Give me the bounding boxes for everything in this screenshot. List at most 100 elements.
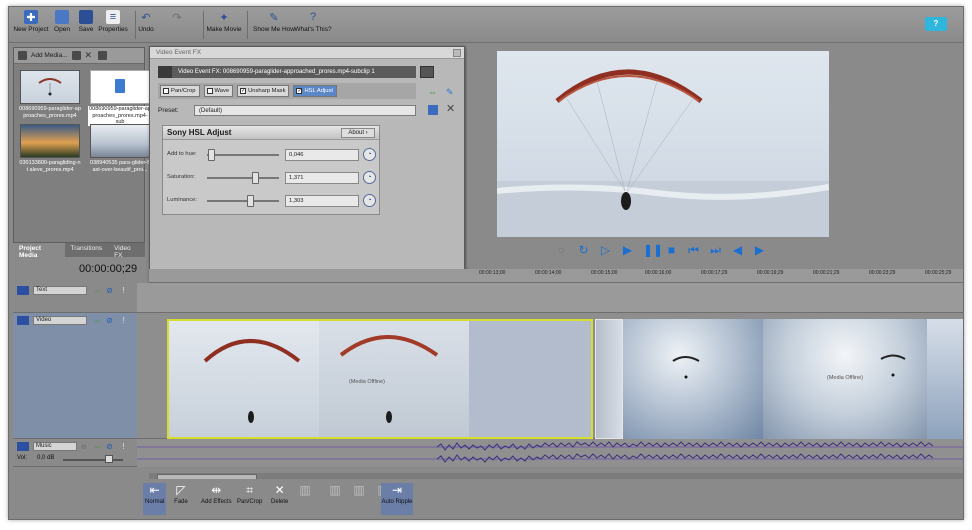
luminance-slider-knob[interactable] [247, 195, 255, 207]
play-from-start-icon[interactable]: ▷ [599, 243, 612, 257]
volume-slider-knob[interactable] [105, 455, 113, 463]
record-arm-icon[interactable]: ○ [79, 442, 88, 451]
pause-icon[interactable]: ❚❚ [643, 243, 663, 257]
paraglider-preview-image [497, 69, 829, 237]
media-thumbnail[interactable] [20, 70, 80, 104]
video-clip[interactable]: (Media Offline) [623, 319, 963, 439]
hue-value-field[interactable]: 0,046 [285, 149, 359, 161]
disabled-tool-button[interactable]: ▥ [351, 483, 367, 497]
ruler-label: 00:00:19;29 [757, 270, 784, 276]
track-motion-icon[interactable]: ⇔ [93, 286, 102, 295]
mute-icon[interactable]: ⊘ [105, 316, 114, 325]
track-header-music[interactable]: Music ○ ⇔ ⊘ ! Vol: 0,0 dB [13, 439, 137, 467]
add-media-icon [18, 51, 27, 60]
fx-plugin-chain: Pan/Crop Wave ✓ Unsharp Mask ✓ HSL Adjust [158, 83, 416, 99]
hue-slider-knob[interactable] [208, 149, 216, 161]
normal-edit-button[interactable]: ⇤ Normal [143, 483, 167, 515]
whats-this-button[interactable]: ? What's This? [291, 10, 335, 33]
fade-button[interactable]: ◸ Fade [173, 483, 189, 505]
stop-icon[interactable]: ■ [665, 243, 678, 257]
media-offline-label: (Media Offline) [827, 375, 863, 381]
plugin-edit-icon[interactable]: ✎ [446, 87, 458, 97]
close-icon[interactable] [453, 49, 461, 57]
checkbox-checked-icon[interactable]: ✓ [240, 88, 247, 94]
add-media-button[interactable]: Add Media... [31, 52, 68, 59]
plugin-hsl-adjust[interactable]: ✓ HSL Adjust [293, 85, 337, 97]
record-icon[interactable]: ○ [555, 243, 568, 257]
previous-frame-icon[interactable]: ◀ [731, 243, 744, 257]
media-item-caption: 03894​053​5 para-glider-fl ast-over-beau… [90, 160, 150, 173]
redo-button[interactable]: ↷ [157, 10, 197, 26]
disabled-tool-button[interactable]: ▥ [327, 483, 343, 497]
auto-ripple-button[interactable]: ⇥ Auto Ripple [381, 483, 413, 515]
media-toolbar: Add Media... ✕ [14, 48, 144, 64]
video-clip-selected[interactable]: (Media Offline) [167, 319, 593, 439]
solo-icon[interactable]: ! [119, 316, 128, 325]
media-tool-icon[interactable] [71, 51, 81, 60]
tab-transitions[interactable]: Transitions [65, 243, 109, 257]
keyframe-icon[interactable]: ◔ [363, 194, 376, 207]
checkbox-icon[interactable] [206, 88, 213, 94]
checkbox-icon[interactable] [163, 88, 169, 94]
track-name[interactable]: Video [33, 316, 87, 325]
tab-video-fx[interactable]: Video FX [108, 243, 145, 259]
track-name[interactable]: Text [33, 286, 87, 295]
track-motion-icon[interactable]: ⇔ [93, 442, 102, 451]
media-thumbnail[interactable] [20, 124, 80, 158]
add-effects-button[interactable]: ⇹ Add Effects [201, 483, 232, 505]
preset-dropdown[interactable]: (Default) [194, 105, 416, 116]
media-properties-icon[interactable] [97, 51, 107, 60]
hue-slider-track[interactable] [207, 154, 279, 156]
video-track-lane[interactable]: (Media Offline) (Media Offline) [137, 313, 963, 439]
solo-icon[interactable]: ! [119, 442, 128, 451]
luminance-slider-track[interactable] [207, 200, 279, 202]
timeline-ruler[interactable]: 00:00:13;00 00:00:14;00 00:00:15;00 00:0… [149, 269, 963, 283]
delete-button[interactable]: ✕ Delete [271, 483, 288, 505]
delete-icon[interactable]: ✕ [85, 51, 94, 60]
solo-icon[interactable]: ! [119, 286, 128, 295]
volume-slider-track[interactable] [63, 459, 123, 461]
save-preset-icon[interactable] [428, 105, 438, 115]
about-button[interactable]: About › [341, 128, 375, 138]
go-to-start-icon[interactable]: ⏮ [687, 243, 700, 257]
saturation-slider-knob[interactable] [251, 172, 259, 184]
track-motion-icon[interactable]: ⇔ [93, 316, 102, 325]
tab-project-media[interactable]: Project Media [13, 243, 65, 259]
video-preview [497, 51, 829, 237]
music-track-lane[interactable] [137, 439, 963, 467]
plugin-unsharp-mask[interactable]: ✓ Unsharp Mask [237, 85, 290, 97]
pan-crop-button[interactable]: ⌗ Pan/Crop [237, 483, 262, 506]
next-frame-icon[interactable]: ▶ [753, 243, 766, 257]
saturation-slider-track[interactable] [207, 177, 279, 179]
keyframe-icon[interactable]: ◔ [363, 171, 376, 184]
track-color-swatch [17, 442, 29, 451]
video-event-fx-window: Video Event FX Video Event FX: 008690959… [149, 46, 465, 294]
disabled-tool-button[interactable]: ▥ [297, 483, 313, 497]
go-to-end-icon[interactable]: ⏭ [709, 243, 722, 257]
track-header-video[interactable]: Video ⇔ ⊘ ! [13, 313, 137, 439]
delete-preset-icon[interactable]: ✕ [446, 103, 458, 115]
media-thumbnail-selected[interactable] [90, 70, 150, 104]
media-offline-label: (Media Offline) [349, 379, 385, 385]
checkbox-checked-icon[interactable]: ✓ [296, 88, 303, 94]
media-thumbnail[interactable] [90, 124, 150, 158]
fade-icon: ◸ [176, 483, 186, 497]
play-icon[interactable]: ▶ [621, 243, 634, 257]
plugin-wave[interactable]: Wave [203, 85, 234, 97]
keyframe-icon[interactable]: ◔ [363, 148, 376, 161]
track-name[interactable]: Music [33, 442, 77, 451]
saturation-value-field[interactable]: 1,371 [285, 172, 359, 184]
fx-chain-toggle-icon[interactable] [420, 66, 434, 78]
text-track-lane[interactable] [137, 283, 963, 313]
mute-icon[interactable]: ⊘ [105, 286, 114, 295]
make-movie-button[interactable]: ✦ Make Movie [204, 10, 244, 34]
plugin-pan-crop[interactable]: Pan/Crop [160, 85, 200, 97]
crossfade-transition[interactable] [595, 319, 623, 439]
help-button[interactable]: ? [925, 17, 947, 31]
plugin-move-icon[interactable]: ⇔ [428, 87, 440, 97]
mute-icon[interactable]: ⊘ [105, 442, 114, 451]
luminance-value-field[interactable]: 1,303 [285, 195, 359, 207]
track-header-text[interactable]: Text ⇔ ⊘ ! [13, 283, 137, 313]
loop-icon[interactable]: ↻ [577, 243, 590, 257]
delete-icon: ✕ [274, 483, 285, 497]
